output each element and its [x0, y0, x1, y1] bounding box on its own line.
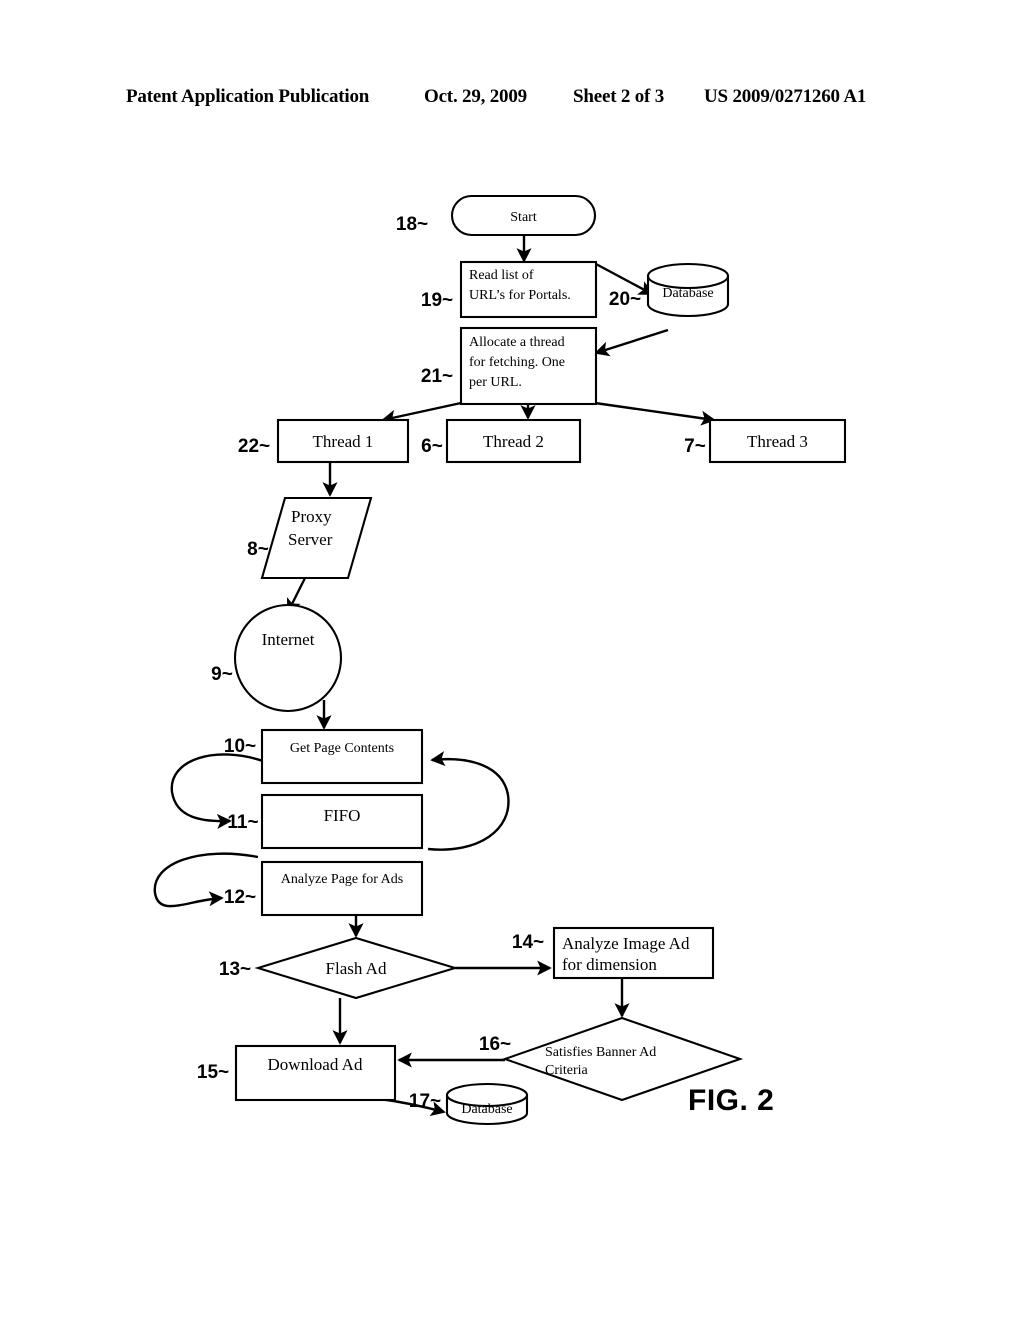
- node-proxy-line2: Server: [288, 530, 333, 549]
- node-read-urls[interactable]: Read list of URL’s for Portals. 19~: [421, 260, 598, 319]
- ref-15: 15~: [197, 1062, 229, 1083]
- node-database-bottom[interactable]: Database 17~: [409, 1082, 529, 1126]
- ref-20: 20~: [609, 289, 641, 310]
- ref-19: 19~: [421, 290, 453, 311]
- connector-allocate-to-thread3: [594, 401, 716, 426]
- node-thread3-label: Thread 3: [747, 432, 808, 451]
- ref-12: 12~: [224, 887, 256, 908]
- node-read-urls-line2: URL’s for Portals.: [469, 288, 571, 303]
- node-allocate-line3: per URL.: [469, 375, 522, 390]
- node-flash-ad[interactable]: Flash Ad 13~: [219, 936, 459, 1000]
- node-proxy-line1: Proxy: [291, 507, 332, 526]
- node-allocate-line2: for fetching. One: [469, 355, 565, 370]
- node-download-ad-label: Download Ad: [268, 1055, 363, 1074]
- ref-14: 14~: [512, 932, 544, 953]
- node-proxy-server[interactable]: Proxy Server 8~: [247, 496, 373, 580]
- ref-22: 22~: [238, 436, 270, 457]
- ref-17: 17~: [409, 1091, 441, 1112]
- node-analyze-page-for-ads[interactable]: Analyze Page for Ads 12~: [224, 860, 424, 917]
- node-database-top[interactable]: Database 20~: [609, 262, 730, 318]
- node-start-label: Start: [510, 210, 537, 225]
- ref-10: 10~: [224, 736, 256, 757]
- ref-16: 16~: [479, 1034, 511, 1055]
- connector-fifo-to-getpage: [427, 751, 510, 851]
- node-thread3[interactable]: Thread 3 7~: [684, 418, 847, 464]
- patent-drawing-page: Patent Application Publication Oct. 29, …: [0, 0, 1024, 1320]
- ref-6: 6~: [421, 436, 443, 457]
- node-allocate-line1: Allocate a thread: [469, 335, 565, 350]
- ref-9: 9~: [211, 664, 233, 685]
- ref-13: 13~: [219, 959, 251, 980]
- node-start[interactable]: Start 18~: [396, 194, 597, 237]
- node-get-page-contents[interactable]: Get Page Contents 10~: [224, 728, 424, 785]
- node-allocate-thread[interactable]: Allocate a thread for fetching. One per …: [421, 326, 598, 406]
- node-database-top-label: Database: [662, 286, 713, 301]
- ref-18: 18~: [396, 214, 428, 235]
- node-read-urls-line1: Read list of: [469, 268, 534, 283]
- node-thread2-label: Thread 2: [483, 432, 544, 451]
- connector-allocate-to-thread1: [381, 401, 462, 425]
- node-download-ad[interactable]: Download Ad 15~: [197, 1044, 397, 1102]
- flowchart-figure: Start 18~ Read list of URL’s for Portals…: [153, 194, 847, 1126]
- node-thread1-label: Thread 1: [313, 432, 374, 451]
- node-get-page-label: Get Page Contents: [290, 741, 394, 756]
- node-analyze-image-line2: for dimension: [562, 955, 657, 974]
- node-thread1[interactable]: Thread 1 22~: [238, 418, 410, 464]
- ref-8: 8~: [247, 539, 269, 560]
- node-internet[interactable]: Internet 9~: [211, 603, 343, 713]
- node-analyze-page-label: Analyze Page for Ads: [281, 872, 403, 887]
- connector-database-to-allocate: [594, 328, 669, 357]
- node-analyze-image-line1: Analyze Image Ad: [562, 934, 690, 953]
- ref-7: 7~: [684, 436, 706, 457]
- node-fifo[interactable]: FIFO 11~: [227, 793, 424, 850]
- figure-label: FIG. 2: [688, 1084, 774, 1117]
- node-fifo-label: FIFO: [324, 806, 361, 825]
- node-flash-ad-label: Flash Ad: [326, 959, 387, 978]
- node-analyze-image-ad[interactable]: Analyze Image Ad for dimension 14~: [512, 926, 715, 980]
- node-thread2[interactable]: Thread 2 6~: [421, 418, 582, 464]
- node-satisfies-line2: Criteria: [545, 1063, 589, 1078]
- node-satisfies-line1: Satisfies Banner Ad: [545, 1045, 656, 1060]
- node-internet-label: Internet: [262, 630, 315, 649]
- ref-21: 21~: [421, 366, 453, 387]
- node-database-bottom-label: Database: [461, 1102, 512, 1117]
- ref-11: 11~: [227, 812, 258, 833]
